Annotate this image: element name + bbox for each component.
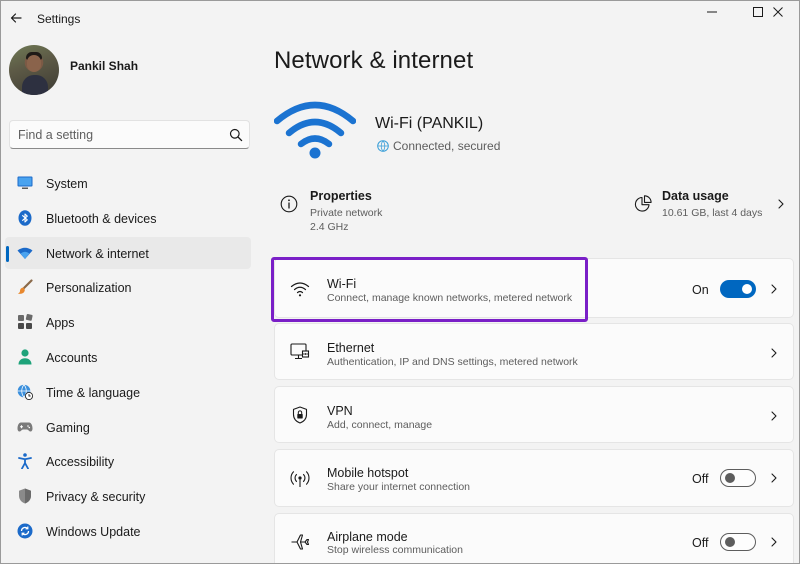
vpn-card-subtitle: Add, connect, manage (327, 419, 433, 431)
network-band: 2.4 GHz (310, 221, 349, 233)
data-usage-detail: 10.61 GB, last 4 days (662, 207, 763, 219)
globe-clock-icon (17, 384, 33, 400)
person-icon (17, 349, 33, 365)
minimize-icon (707, 11, 717, 13)
toggle-knob (725, 537, 735, 547)
sidebar-nav: System Bluetooth & devices Network & int… (5, 167, 251, 550)
shield-icon (17, 488, 33, 504)
search-box[interactable] (9, 120, 250, 149)
ethernet-card[interactable]: Ethernet Authentication, IP and DNS sett… (274, 323, 794, 380)
accessibility-icon (17, 453, 33, 470)
brush-icon (17, 279, 33, 295)
sidebar-item-bluetooth[interactable]: Bluetooth & devices (5, 202, 251, 234)
wifi-card-title: Wi-Fi (327, 277, 357, 291)
bluetooth-icon (17, 209, 33, 226)
wifi-card-subtitle: Connect, manage known networks, metered … (327, 292, 573, 304)
sidebar-item-label: Privacy & security (46, 490, 146, 505)
wifi-icon (17, 245, 33, 261)
sidebar-item-accessibility[interactable]: Accessibility (5, 445, 251, 477)
sidebar-item-label: System (46, 177, 88, 191)
settings-window: Settings Pankil Shah System (0, 0, 800, 564)
network-type: Private network (310, 207, 383, 219)
monitor-icon (17, 175, 33, 191)
globe-icon (377, 140, 389, 152)
properties-title: Properties (310, 189, 372, 203)
airplane-mode-state-label: Off (692, 536, 709, 550)
sidebar-item-label: Network & internet (46, 246, 149, 261)
airplane-mode-card-title: Airplane mode (327, 530, 408, 544)
app-title: Settings (37, 12, 81, 26)
wifi-card[interactable]: Wi-Fi Connect, manage known networks, me… (274, 258, 794, 318)
connection-status: Connected, secured (377, 139, 500, 153)
vpn-card[interactable]: VPN Add, connect, manage (274, 386, 794, 443)
sidebar-item-label: Accounts (46, 350, 98, 365)
data-usage-title: Data usage (662, 189, 729, 203)
chevron-right-icon[interactable] (769, 473, 779, 483)
mobile-hotspot-card-subtitle: Share your internet connection (327, 481, 471, 493)
wifi-toggle[interactable] (720, 280, 756, 298)
page-title: Network & internet (274, 47, 474, 74)
avatar[interactable] (9, 45, 59, 95)
chevron-right-icon[interactable] (769, 411, 779, 421)
mobile-hotspot-card[interactable]: Mobile hotspot Share your internet conne… (274, 449, 794, 507)
back-arrow-icon (10, 13, 22, 23)
close-icon (773, 7, 783, 17)
sidebar-item-label: Time & language (46, 385, 141, 400)
vpn-card-title: VPN (327, 404, 353, 418)
sidebar-item-personalization[interactable]: Personalization (5, 271, 251, 303)
data-usage-link[interactable]: Data usage 10.61 GB, last 4 days (631, 187, 796, 227)
chevron-right-icon (778, 199, 784, 209)
hotspot-icon (290, 469, 310, 489)
sidebar-item-apps[interactable]: Apps (5, 306, 251, 338)
wifi-icon (290, 279, 310, 299)
connection-name: Wi-Fi (PANKIL) (375, 115, 484, 132)
search-icon[interactable] (229, 128, 243, 142)
shield-icon (290, 405, 310, 425)
connection-status-text: Connected, secured (393, 139, 501, 153)
sidebar-item-gaming[interactable]: Gaming (5, 411, 251, 443)
sidebar-item-label: Personalization (46, 281, 132, 296)
toggle-knob (742, 284, 752, 294)
mobile-hotspot-state-label: Off (692, 472, 709, 486)
airplane-mode-toggle[interactable] (720, 533, 756, 551)
wifi-hero-icon (274, 101, 356, 159)
back-button[interactable] (5, 7, 27, 29)
sidebar-item-label: Bluetooth & devices (46, 211, 157, 226)
chevron-right-icon[interactable] (769, 537, 779, 547)
pie-chart-icon (634, 195, 652, 212)
sidebar-item-windows-update[interactable]: Windows Update (5, 515, 251, 547)
sidebar-item-privacy-security[interactable]: Privacy & security (5, 480, 251, 512)
properties-link[interactable]: Properties Private network 2.4 GHz (274, 187, 514, 237)
user-name: Pankil Shah (70, 59, 139, 73)
airplane-mode-card-subtitle: Stop wireless communication (327, 544, 463, 556)
chevron-right-icon[interactable] (769, 348, 779, 358)
mobile-hotspot-toggle[interactable] (720, 469, 756, 487)
minimize-button[interactable] (689, 1, 735, 23)
update-icon (17, 523, 33, 539)
ethernet-icon (290, 342, 310, 362)
airplane-icon (290, 532, 310, 552)
sidebar-item-label: Apps (46, 316, 75, 331)
sidebar-item-system[interactable]: System (5, 167, 251, 199)
sidebar-item-accounts[interactable]: Accounts (5, 341, 251, 373)
info-icon (280, 195, 298, 213)
sidebar-item-time-language[interactable]: Time & language (5, 376, 251, 408)
gamepad-icon (17, 419, 33, 435)
wifi-state-label: On (692, 283, 709, 297)
mobile-hotspot-card-title: Mobile hotspot (327, 466, 409, 480)
toggle-knob (725, 473, 735, 483)
sidebar-item-label: Windows Update (46, 524, 141, 539)
search-input[interactable] (18, 127, 218, 143)
ethernet-card-subtitle: Authentication, IP and DNS settings, met… (327, 356, 578, 368)
sidebar-item-label: Accessibility (46, 455, 115, 470)
ethernet-card-title: Ethernet (327, 341, 375, 355)
apps-icon (17, 314, 33, 330)
chevron-right-icon[interactable] (769, 284, 779, 294)
sidebar-item-label: Gaming (46, 420, 90, 435)
title-bar: Settings (1, 1, 799, 35)
sidebar-item-network[interactable]: Network & internet (5, 236, 251, 269)
close-button[interactable] (755, 1, 799, 23)
airplane-mode-card[interactable]: Airplane mode Stop wireless communicatio… (274, 513, 794, 563)
